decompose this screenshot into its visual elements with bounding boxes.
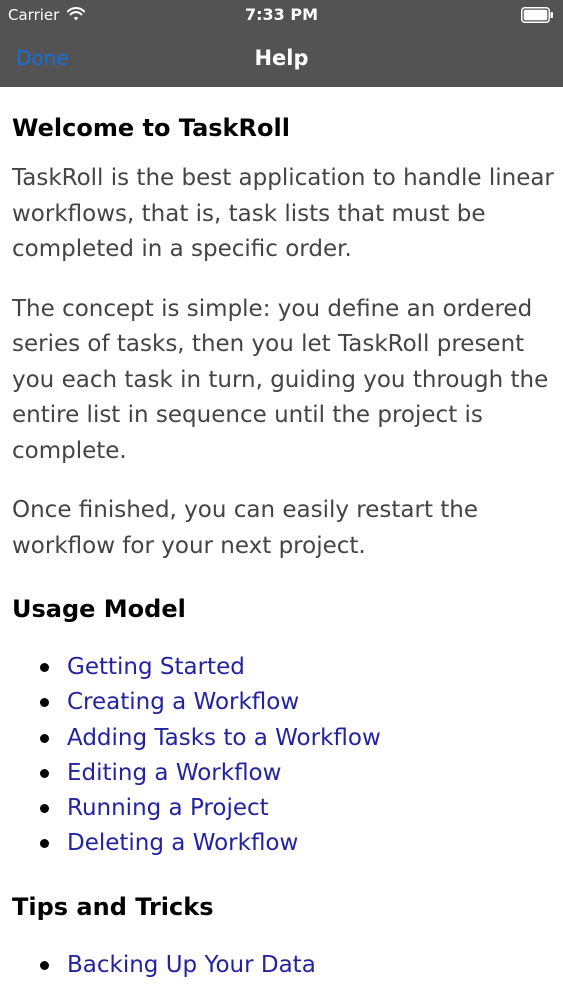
- bullet-icon: [40, 839, 49, 849]
- status-bar: Carrier 7:33 PM: [0, 0, 563, 30]
- running-project-link[interactable]: Running a Project: [67, 795, 269, 821]
- tips-heading: Tips and Tricks: [12, 892, 214, 921]
- getting-started-link[interactable]: Getting Started: [67, 654, 245, 680]
- adding-tasks-link[interactable]: Adding Tasks to a Workflow: [67, 725, 381, 751]
- status-time: 7:33 PM: [244, 5, 318, 24]
- list-item: Creating a Workflow: [12, 685, 563, 720]
- list-item: Running a Project: [12, 791, 563, 826]
- tips-list: Backing Up Your Data: [12, 948, 563, 983]
- navigation-bar: Done Help: [0, 30, 563, 87]
- list-item: Backing Up Your Data: [12, 948, 563, 983]
- intro-paragraph: TaskRoll is the best application to hand…: [12, 165, 554, 262]
- list-item: Deleting a Workflow: [12, 826, 563, 861]
- usage-model-heading: Usage Model: [12, 595, 186, 623]
- page-title: Help: [254, 46, 309, 70]
- deleting-workflow-link[interactable]: Deleting a Workflow: [67, 830, 298, 856]
- list-item: Adding Tasks to a Workflow: [12, 721, 563, 756]
- help-content[interactable]: Welcome to TaskRoll TaskRoll is the best…: [0, 87, 563, 1000]
- concept-paragraph: The concept is simple: you define an ord…: [12, 295, 549, 464]
- bullet-icon: [40, 804, 49, 814]
- bullet-icon: [40, 768, 49, 778]
- bullet-icon: [40, 663, 49, 672]
- usage-model-list: Getting Started Creating a Workflow Addi…: [12, 650, 563, 862]
- list-item: Getting Started: [12, 650, 563, 685]
- creating-workflow-link[interactable]: Creating a Workflow: [67, 689, 299, 715]
- bullet-icon: [40, 698, 49, 708]
- editing-workflow-link[interactable]: Editing a Workflow: [67, 760, 281, 786]
- bullet-icon: [40, 733, 49, 743]
- list-item: Editing a Workflow: [12, 756, 563, 791]
- battery-icon: [521, 7, 553, 23]
- backing-up-data-link[interactable]: Backing Up Your Data: [67, 952, 316, 978]
- bullet-icon: [40, 960, 49, 970]
- welcome-heading: Welcome to TaskRoll: [12, 114, 290, 142]
- restart-paragraph: Once finished, you can easily restart th…: [12, 497, 479, 559]
